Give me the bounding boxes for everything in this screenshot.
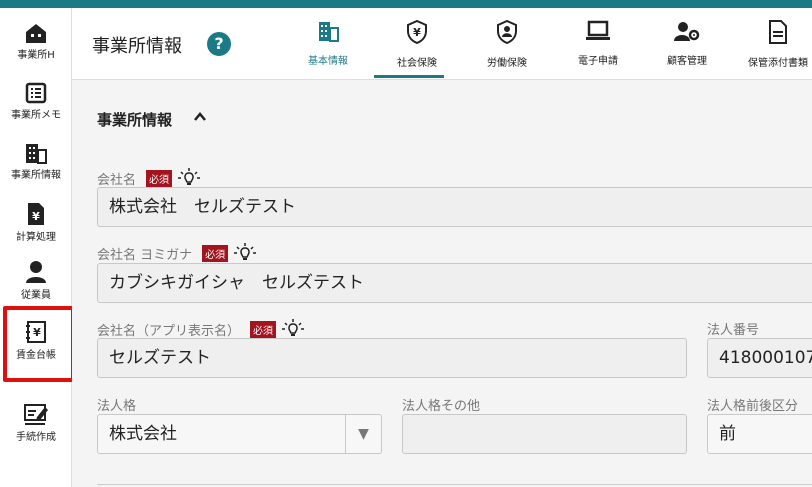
required-badge: 必須	[146, 170, 173, 187]
person-icon	[26, 261, 46, 283]
sidebar-item-label: 手続作成	[16, 432, 56, 443]
corporate-number-field[interactable]: 4180001076	[707, 338, 812, 378]
active-tab-indicator	[374, 75, 444, 78]
company-name-label: 会社名 必須	[97, 168, 201, 188]
sidebar-item-label: 事業所メモ	[11, 110, 61, 121]
corporate-type-value: 株式会社	[109, 424, 177, 444]
building-home-icon	[26, 24, 46, 43]
sidebar-item-label: 事業所H	[17, 50, 55, 61]
chevron-up-icon[interactable]	[193, 111, 207, 123]
tab-label: 労働保険	[487, 58, 527, 69]
svg-text:¥: ¥	[32, 210, 40, 223]
edit-form-icon	[24, 404, 48, 425]
laptop-icon	[586, 20, 610, 40]
field-label-text: 会社名（アプリ表示名）	[97, 324, 241, 339]
yen-shield-icon: ¥	[407, 19, 427, 45]
company-app-name-field[interactable]: セルズテスト	[97, 338, 687, 378]
dropdown-arrow-icon[interactable]: ▼	[345, 415, 381, 453]
corporate-type-other-field[interactable]	[402, 414, 687, 454]
tab-stored-attachments[interactable]: 保管添付書類	[738, 20, 812, 69]
field-label-text: 会社名	[97, 173, 137, 188]
tab-label: 保管添付書類	[748, 58, 808, 69]
highlight-box	[3, 306, 75, 382]
tab-label: 電子申請	[578, 56, 618, 67]
tab-basic-info[interactable]: 基本情報	[288, 20, 368, 67]
required-badge: 必須	[202, 245, 229, 262]
sidebar: 事業所H 事業所メモ 事業所情報 ¥ 計算処理 従業員 ¥ 賃金台帳 手続作成	[0, 8, 75, 487]
lightbulb-icon[interactable]	[234, 243, 257, 263]
corporate-type-other-label: 法人格その他	[402, 399, 481, 414]
tab-electronic-application[interactable]: 電子申請	[558, 20, 638, 67]
tab-label: 基本情報	[308, 56, 348, 67]
sidebar-item-label: 計算処理	[16, 232, 56, 243]
tab-labor-insurance[interactable]: 労働保険	[467, 19, 547, 69]
lightbulb-icon[interactable]	[178, 168, 201, 188]
corporate-type-label: 法人格	[97, 399, 137, 414]
tab-social-insurance[interactable]: ¥ 社会保険	[377, 19, 457, 69]
office-building-icon	[26, 144, 47, 164]
sidebar-item-calculation[interactable]: ¥ 計算処理	[0, 202, 72, 243]
user-gear-icon	[674, 22, 700, 41]
corporate-position-select[interactable]: 前	[707, 414, 812, 454]
company-kana-field[interactable]: カブシキガイシャ セルズテスト	[97, 263, 812, 303]
main-content: 事業所情報 会社名 必須 株式会社 セルズテスト 会社名 ヨミガナ 必須 カブシキガ…	[72, 80, 812, 487]
sidebar-item-label: 事業所情報	[11, 170, 61, 181]
header: 事業所情報 ? 基本情報 ¥ 社会保険 労働保険 電子申請 顧客管理 保管添付書…	[72, 8, 812, 80]
corporate-position-label: 法人格前後区分	[707, 399, 799, 414]
sidebar-item-procedure-create[interactable]: 手続作成	[0, 402, 72, 443]
building-icon	[319, 22, 339, 42]
section-title: 事業所情報	[97, 111, 173, 129]
company-app-name-label: 会社名（アプリ表示名） 必須	[97, 319, 305, 339]
sidebar-item-office-memo[interactable]: 事業所メモ	[0, 82, 72, 121]
sidebar-item-employees[interactable]: 従業員	[0, 260, 72, 301]
svg-text:¥: ¥	[413, 26, 421, 39]
tab-label: 社会保険	[397, 58, 437, 69]
sidebar-item-office-home[interactable]: 事業所H	[0, 22, 72, 61]
field-label-text: 会社名 ヨミガナ	[97, 248, 193, 263]
sidebar-item-label: 従業員	[21, 290, 51, 301]
company-name-field[interactable]: 株式会社 セルズテスト	[97, 187, 812, 227]
worker-shield-icon	[497, 19, 517, 45]
yen-document-icon: ¥	[28, 203, 44, 225]
tab-customer-management[interactable]: 顧客管理	[647, 20, 727, 67]
sidebar-item-office-info[interactable]: 事業所情報	[0, 142, 72, 181]
corporate-type-select[interactable]: 株式会社 ▼	[97, 414, 382, 454]
section-divider	[97, 484, 812, 485]
memo-list-icon	[25, 82, 47, 104]
top-accent-bar	[0, 0, 812, 8]
tab-label: 顧客管理	[667, 56, 707, 67]
required-badge: 必須	[250, 321, 277, 338]
help-icon[interactable]: ?	[207, 32, 231, 56]
page-title: 事業所情報	[92, 36, 182, 57]
corporate-number-label: 法人番号	[707, 323, 760, 338]
company-kana-label: 会社名 ヨミガナ 必須	[97, 243, 257, 263]
lightbulb-icon[interactable]	[282, 319, 305, 339]
document-icon	[769, 20, 787, 44]
